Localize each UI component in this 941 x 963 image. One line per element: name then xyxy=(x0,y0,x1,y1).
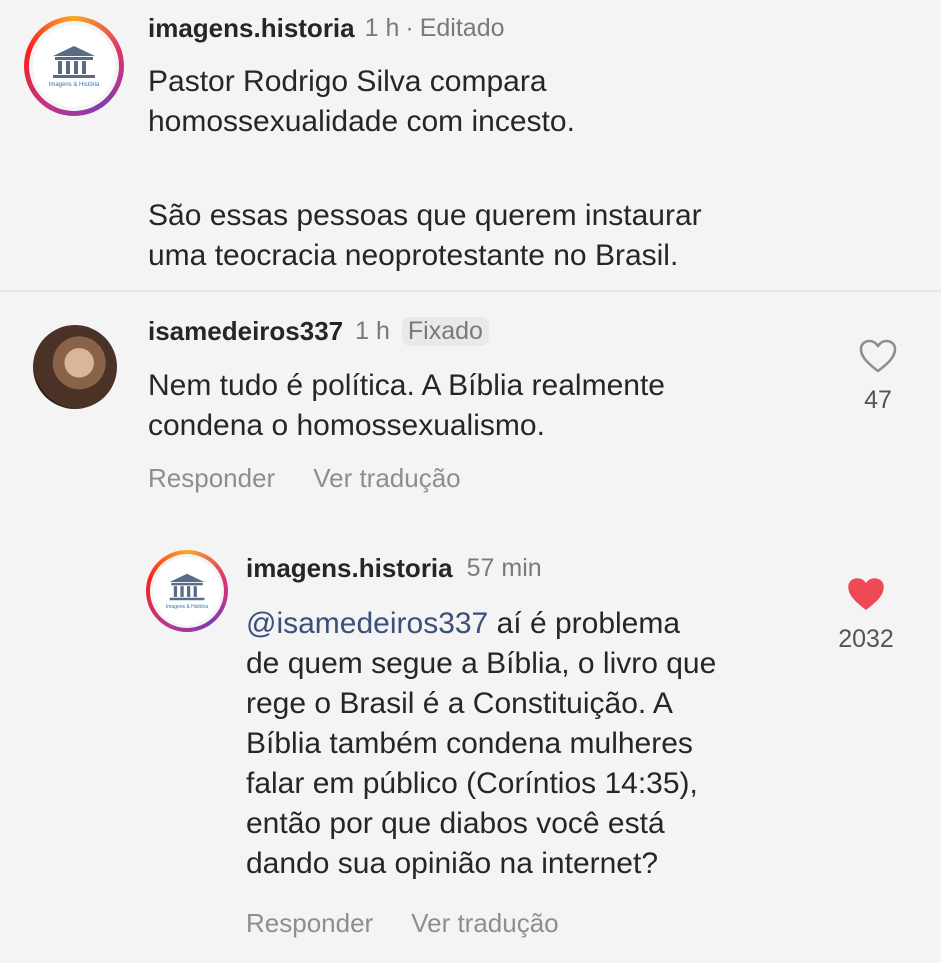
meta-separator: · xyxy=(405,13,414,42)
caption-line: homossexualidade com incesto. xyxy=(148,105,575,138)
reply-avatar[interactable]: Imagens & História xyxy=(146,550,228,632)
caption-line: Pastor Rodrigo Silva compara xyxy=(148,65,547,98)
avatar-logo-text: Imagens & História xyxy=(48,82,100,88)
reply-button[interactable]: Responder xyxy=(246,908,373,939)
comment-username[interactable]: isamedeiros337 xyxy=(148,316,343,347)
post-avatar[interactable]: Imagens & História xyxy=(24,16,124,116)
like-button[interactable] xyxy=(858,338,898,374)
see-translation-button[interactable]: Ver tradução xyxy=(411,908,558,939)
reply-line: falar em público (Coríntios 14:35), xyxy=(246,767,698,800)
reply-line: dando sua opinião na internet? xyxy=(246,847,659,880)
see-translation-button[interactable]: Ver tradução xyxy=(313,463,460,494)
caption-line: uma teocracia neoprotestante no Brasil. xyxy=(148,239,679,272)
divider xyxy=(0,290,941,292)
reply-line: de quem segue a Bíblia, o livro que xyxy=(246,647,717,680)
like-button[interactable] xyxy=(846,576,886,612)
comment-line: condena o homossexualismo. xyxy=(148,409,545,442)
caption-line xyxy=(148,142,908,196)
heart-outline-icon xyxy=(859,339,897,373)
post-edited-label: Editado xyxy=(419,13,505,42)
reply-line-text: aí é problema xyxy=(488,607,681,640)
post-caption: Pastor Rodrigo Silva compara homossexual… xyxy=(148,62,908,276)
pinned-badge: Fixado xyxy=(401,316,489,346)
reply-line: rege o Brasil é a Constituição. A xyxy=(246,687,673,720)
reply-line: @isamedeiros337 aí é problema xyxy=(246,604,826,644)
reply-time: 57 min xyxy=(466,553,542,582)
caption-line: São essas pessoas que querem instaurar xyxy=(148,199,702,232)
reply-line: então por que diabos você está xyxy=(246,807,665,840)
reply-line: Bíblia também condena mulheres xyxy=(246,727,693,760)
like-count: 47 xyxy=(864,386,892,414)
comment-text: Nem tudo é política. A Bíblia realmente … xyxy=(148,366,828,446)
reply-text: @isamedeiros337 aí é problema de quem se… xyxy=(246,604,826,884)
commenter-avatar[interactable] xyxy=(33,325,117,409)
reply-button[interactable]: Responder xyxy=(148,463,275,494)
avatar-logo-text: Imagens & História xyxy=(165,604,209,610)
post-username[interactable]: imagens.historia xyxy=(148,13,355,44)
comment-time: 1 h xyxy=(355,316,390,345)
temple-logo-icon xyxy=(53,46,95,78)
temple-logo-icon xyxy=(169,573,205,601)
like-count: 2032 xyxy=(838,625,894,653)
heart-filled-icon xyxy=(848,578,884,610)
comment-line: Nem tudo é política. A Bíblia realmente xyxy=(148,369,665,402)
mention-link[interactable]: @isamedeiros337 xyxy=(246,607,488,640)
reply-username[interactable]: imagens.historia xyxy=(246,553,453,584)
post-time: 1 h xyxy=(364,13,400,42)
